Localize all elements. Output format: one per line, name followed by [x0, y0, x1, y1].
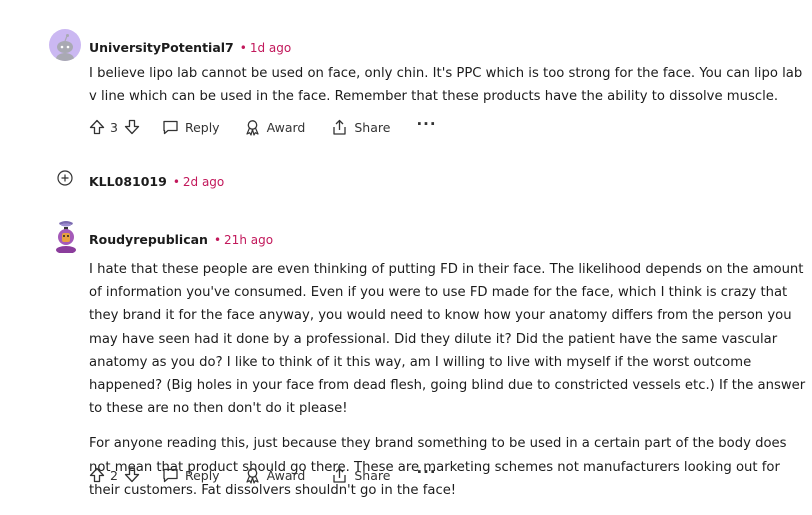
reply-label: Reply — [184, 119, 220, 135]
comment-meta: KLL081019 • 2d ago — [89, 171, 224, 190]
upvote-button[interactable] — [89, 119, 105, 135]
avatar-icon — [56, 221, 76, 254]
share-label: Share — [354, 467, 391, 483]
comment-meta: Roudyrepublican • 21h ago — [89, 229, 273, 248]
upvote-icon — [89, 467, 105, 483]
award-icon — [245, 119, 259, 136]
comment-meta: UniversityPotential7 • 1d ago — [89, 37, 291, 56]
share-icon — [333, 119, 347, 135]
award-icon — [245, 467, 259, 484]
avatar[interactable] — [50, 219, 82, 254]
reply-button[interactable]: Reply — [162, 467, 220, 483]
comment-actions: 3 Reply Award Share ··· — [89, 115, 437, 139]
downvote-button[interactable] — [124, 119, 140, 135]
upvote-icon — [89, 119, 105, 135]
award-label: Award — [266, 119, 306, 135]
comment-icon — [163, 468, 178, 483]
username[interactable]: KLL081019 — [89, 174, 167, 189]
meta-separator: • — [172, 175, 180, 189]
expand-button[interactable] — [57, 170, 73, 190]
comment-paragraph: I believe lipo lab cannot be used on fac… — [89, 66, 803, 105]
award-label: Award — [266, 467, 306, 483]
reply-label: Reply — [184, 467, 220, 483]
username[interactable]: UniversityPotential7 — [89, 40, 234, 55]
award-button[interactable]: Award — [244, 119, 306, 136]
downvote-button[interactable] — [124, 467, 140, 483]
vote-count: 2 — [110, 467, 118, 483]
avatar-icon — [56, 34, 74, 61]
share-icon — [333, 467, 347, 483]
upvote-button[interactable] — [89, 467, 105, 483]
username[interactable]: Roudyrepublican — [89, 232, 208, 247]
meta-separator: • — [213, 233, 222, 247]
more-options-button[interactable]: ··· — [416, 115, 436, 133]
vote-count: 3 — [110, 119, 118, 135]
share-label: Share — [354, 119, 391, 135]
share-button[interactable]: Share — [331, 119, 390, 136]
expand-icon — [57, 170, 73, 186]
comment-icon — [163, 120, 178, 135]
timestamp[interactable]: 1d ago — [250, 41, 291, 55]
reply-button[interactable]: Reply — [162, 119, 220, 135]
timestamp[interactable]: 2d ago — [183, 175, 224, 189]
downvote-icon — [124, 119, 140, 135]
share-button[interactable]: Share — [331, 467, 390, 484]
comment-body: I believe lipo lab cannot be used on fac… — [89, 62, 809, 108]
more-options-button[interactable]: ··· — [416, 463, 436, 481]
award-button[interactable]: Award — [244, 467, 306, 484]
avatar[interactable] — [49, 29, 81, 61]
comment-actions: 2 Reply Award Share ··· — [89, 463, 437, 487]
meta-separator: • — [239, 41, 247, 55]
comment-paragraph: I hate that these people are even thinki… — [89, 262, 806, 417]
downvote-icon — [124, 467, 140, 483]
timestamp[interactable]: 21h ago — [224, 233, 273, 247]
